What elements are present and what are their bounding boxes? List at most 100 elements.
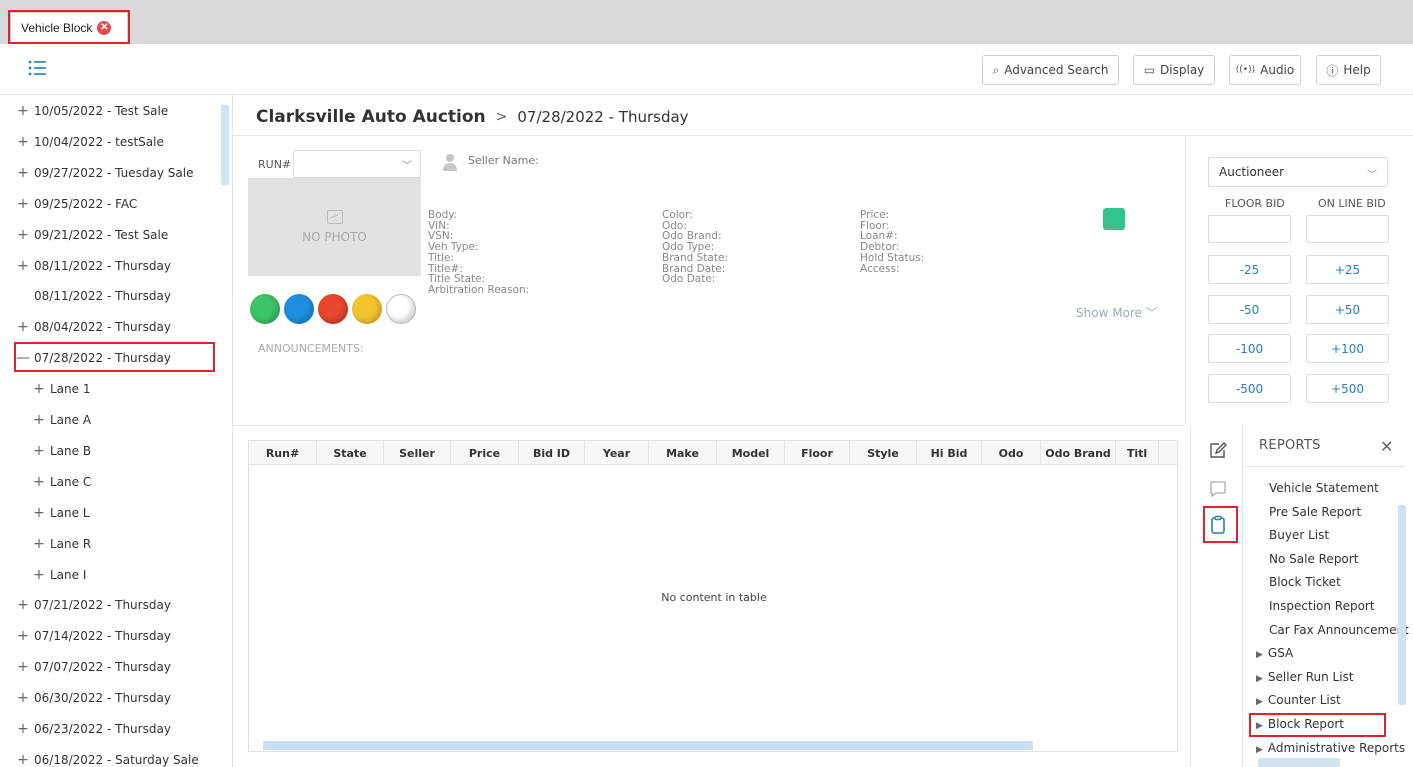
tree-item[interactable]: + Lane C: [32, 471, 91, 493]
tab-vehicle-block[interactable]: Vehicle Block ✕: [10, 12, 128, 42]
report-item[interactable]: Vehicle Statement: [1269, 481, 1379, 495]
column-header[interactable]: Titl: [1116, 441, 1159, 465]
close-icon[interactable]: ✕: [97, 20, 112, 35]
column-header[interactable]: Style: [850, 441, 917, 465]
report-item[interactable]: ▶ Administrative Reports: [1256, 741, 1405, 755]
expand-icon[interactable]: +: [16, 165, 30, 181]
status-dot-blue[interactable]: [284, 294, 314, 324]
status-dot-yellow[interactable]: [352, 294, 382, 324]
status-dot-red[interactable]: [318, 294, 348, 324]
expand-icon[interactable]: +: [32, 567, 46, 583]
tree-item[interactable]: +06/30/2022 - Thursday: [16, 687, 171, 709]
expand-icon[interactable]: +: [16, 659, 30, 675]
tree-item[interactable]: + Lane 1: [32, 378, 90, 400]
tree-item[interactable]: +09/21/2022 - Test Sale: [16, 224, 168, 246]
floor-bid-input[interactable]: [1208, 215, 1291, 243]
tree-item[interactable]: +08/11/2022 - Thursday: [16, 255, 171, 277]
expand-icon[interactable]: +: [16, 134, 30, 150]
report-item[interactable]: ▶ GSA: [1256, 646, 1293, 660]
expand-icon[interactable]: +: [16, 721, 30, 737]
tree-item[interactable]: +08/04/2022 - Thursday: [16, 316, 171, 338]
column-header[interactable]: Hi Bid: [917, 441, 982, 465]
online-bid-input[interactable]: [1306, 215, 1389, 243]
tree-item[interactable]: + Lane B: [32, 440, 91, 462]
expand-triangle-icon[interactable]: ▶: [1256, 721, 1263, 731]
expand-icon[interactable]: +: [16, 258, 30, 274]
report-item[interactable]: ▶ Seller Run List: [1256, 670, 1354, 684]
report-item[interactable]: No Sale Report: [1269, 552, 1358, 566]
advanced-search-button[interactable]: ⌕ Advanced Search: [982, 55, 1119, 85]
reports-horizontal-scrollbar[interactable]: [1258, 758, 1340, 767]
column-header[interactable]: Year: [585, 441, 649, 465]
column-header[interactable]: Bid ID: [519, 441, 585, 465]
expand-icon[interactable]: +: [16, 227, 30, 243]
floor-bid-increment-button[interactable]: -500: [1208, 374, 1291, 403]
online-bid-increment-button[interactable]: +50: [1306, 295, 1389, 324]
expand-icon[interactable]: +: [16, 103, 30, 119]
expand-triangle-icon[interactable]: ▶: [1256, 674, 1263, 684]
online-bid-increment-button[interactable]: +100: [1306, 334, 1389, 363]
floor-bid-increment-button[interactable]: -50: [1208, 295, 1291, 324]
tree-item[interactable]: +09/25/2022 - FAC: [16, 193, 137, 215]
expand-icon[interactable]: +: [32, 505, 46, 521]
edit-icon[interactable]: [1208, 440, 1228, 460]
collapse-icon[interactable]: —: [16, 350, 30, 366]
display-button[interactable]: ▭ Display: [1133, 55, 1215, 85]
tree-item[interactable]: +07/14/2022 - Thursday: [16, 625, 171, 647]
expand-icon[interactable]: +: [16, 319, 30, 335]
expand-icon[interactable]: +: [32, 536, 46, 552]
audio-button[interactable]: ((•)) Audio: [1229, 55, 1301, 85]
report-item[interactable]: Car Fax Announcement: [1269, 623, 1409, 637]
table-horizontal-scrollbar[interactable]: [263, 741, 1033, 750]
run-select[interactable]: ﹀: [293, 150, 421, 178]
expand-triangle-icon[interactable]: ▶: [1256, 745, 1263, 755]
online-bid-increment-button[interactable]: +25: [1306, 255, 1389, 284]
report-item[interactable]: ▶ Block Report: [1256, 717, 1344, 731]
column-header[interactable]: Odo Brand: [1041, 441, 1116, 465]
show-more-link[interactable]: Show More ﹀: [1076, 304, 1158, 321]
column-header[interactable]: State: [317, 441, 384, 465]
column-header[interactable]: Seller: [384, 441, 451, 465]
comment-icon[interactable]: [1208, 479, 1228, 499]
status-dot-green[interactable]: [250, 294, 280, 324]
close-icon[interactable]: ✕: [1380, 437, 1393, 456]
tree-item[interactable]: + Lane L: [32, 502, 89, 524]
tree-scrollbar[interactable]: [221, 105, 229, 185]
tree-item[interactable]: +10/04/2022 - testSale: [16, 131, 164, 153]
tree-item[interactable]: + Lane I: [32, 564, 86, 586]
tree-item[interactable]: +07/07/2022 - Thursday: [16, 656, 171, 678]
column-header[interactable]: Odo: [982, 441, 1041, 465]
tree-item[interactable]: +07/21/2022 - Thursday: [16, 594, 171, 616]
floor-bid-increment-button[interactable]: -100: [1208, 334, 1291, 363]
floor-bid-increment-button[interactable]: -25: [1208, 255, 1291, 284]
tree-item[interactable]: +09/27/2022 - Tuesday Sale: [16, 162, 193, 184]
clipboard-icon[interactable]: [1208, 515, 1228, 535]
expand-icon[interactable]: +: [16, 196, 30, 212]
expand-triangle-icon[interactable]: ▶: [1256, 697, 1263, 707]
expand-icon[interactable]: +: [16, 752, 30, 767]
expand-icon[interactable]: +: [16, 628, 30, 644]
role-select[interactable]: Auctioneer ﹀: [1208, 157, 1388, 187]
report-item[interactable]: ▶ Counter List: [1256, 693, 1341, 707]
report-item[interactable]: Pre Sale Report: [1269, 505, 1361, 519]
column-header[interactable]: Price: [451, 441, 519, 465]
column-header[interactable]: Make: [649, 441, 717, 465]
column-header[interactable]: Floor: [785, 441, 850, 465]
report-item[interactable]: Buyer List: [1269, 528, 1329, 542]
online-bid-increment-button[interactable]: +500: [1306, 374, 1389, 403]
list-menu-icon[interactable]: [28, 60, 46, 76]
expand-icon[interactable]: +: [32, 412, 46, 428]
tree-item[interactable]: — 07/28/2022 - Thursday: [16, 347, 171, 369]
report-item[interactable]: Inspection Report: [1269, 599, 1375, 613]
expand-icon[interactable]: +: [32, 443, 46, 459]
tree-item[interactable]: +06/23/2022 - Thursday: [16, 718, 171, 740]
report-item[interactable]: Block Ticket: [1269, 575, 1341, 589]
expand-icon[interactable]: +: [16, 597, 30, 613]
column-header[interactable]: Model: [717, 441, 785, 465]
tree-item[interactable]: + Lane R: [32, 533, 91, 555]
column-header[interactable]: Run#: [249, 441, 317, 465]
tree-item[interactable]: +06/18/2022 - Saturday Sale: [16, 749, 199, 767]
reports-scrollbar[interactable]: [1398, 505, 1406, 705]
tree-item[interactable]: 08/11/2022 - Thursday: [16, 285, 171, 307]
tree-item[interactable]: +10/05/2022 - Test Sale: [16, 100, 168, 122]
